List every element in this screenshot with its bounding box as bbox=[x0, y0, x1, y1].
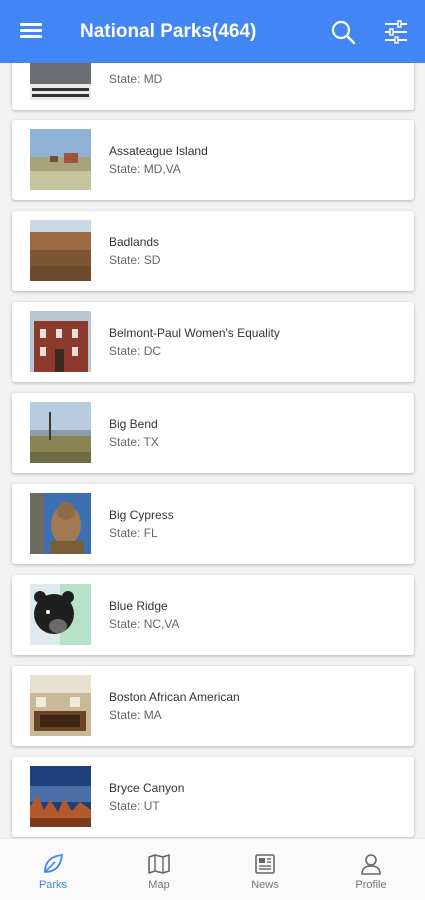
park-name: Boston African American bbox=[109, 690, 240, 704]
park-thumbnail bbox=[30, 402, 91, 463]
park-thumbnail bbox=[30, 766, 91, 827]
park-thumbnail bbox=[30, 584, 91, 645]
park-card[interactable]: Badlands State: SD bbox=[12, 211, 414, 291]
park-thumbnail bbox=[30, 493, 91, 554]
park-thumbnail bbox=[30, 220, 91, 281]
park-state: State: MA bbox=[109, 708, 162, 722]
park-card[interactable]: State: MD bbox=[12, 63, 414, 110]
person-icon bbox=[359, 852, 383, 876]
page-title: National Parks(464) bbox=[80, 21, 257, 42]
park-thumbnail bbox=[30, 675, 91, 736]
park-name: Badlands bbox=[109, 235, 160, 249]
leaf-icon bbox=[41, 852, 65, 876]
park-card[interactable]: Boston African American State: MA bbox=[12, 666, 414, 746]
park-thumbnail bbox=[30, 129, 91, 190]
tune-icon[interactable] bbox=[383, 20, 409, 44]
park-card[interactable]: Belmont-Paul Women's Equality State: DC bbox=[12, 302, 414, 382]
park-thumbnail bbox=[30, 63, 91, 100]
park-card[interactable]: Bryce Canyon State: UT bbox=[12, 757, 414, 837]
park-state: State: NC,VA bbox=[109, 617, 180, 631]
park-state: State: TX bbox=[109, 435, 159, 449]
newspaper-icon bbox=[253, 852, 277, 876]
nav-map[interactable]: Map bbox=[106, 839, 212, 900]
nav-news-label: News bbox=[251, 879, 279, 891]
park-state: State: DC bbox=[109, 344, 162, 358]
park-state: State: MD bbox=[109, 72, 163, 86]
nav-parks-label: Parks bbox=[38, 879, 68, 891]
park-thumbnail bbox=[30, 311, 91, 372]
search-icon[interactable] bbox=[330, 19, 356, 45]
park-state: State: MD,VA bbox=[109, 162, 181, 176]
menu-icon[interactable] bbox=[20, 20, 44, 42]
park-list[interactable]: State: MD Assateague Island State: MD,VA… bbox=[0, 63, 425, 838]
park-card[interactable]: Big Cypress State: FL bbox=[12, 484, 414, 564]
park-card[interactable]: Assateague Island State: MD,VA bbox=[12, 120, 414, 200]
nav-map-label: Map bbox=[148, 879, 170, 891]
nav-profile[interactable]: Profile bbox=[318, 839, 424, 900]
park-name: Blue Ridge bbox=[109, 599, 168, 613]
nav-profile-label: Profile bbox=[355, 879, 387, 891]
park-name: Big Cypress bbox=[109, 508, 174, 522]
park-name: Big Bend bbox=[109, 417, 158, 431]
app-bar: National Parks(464) bbox=[0, 0, 425, 63]
park-name: Assateague Island bbox=[109, 144, 208, 158]
park-name: Bryce Canyon bbox=[109, 781, 185, 795]
park-card[interactable]: Big Bend State: TX bbox=[12, 393, 414, 473]
park-name: Belmont-Paul Women's Equality bbox=[109, 326, 280, 340]
park-state: State: SD bbox=[109, 253, 161, 267]
park-card[interactable]: Blue Ridge State: NC,VA bbox=[12, 575, 414, 655]
park-state: State: FL bbox=[109, 526, 158, 540]
park-state: State: UT bbox=[109, 799, 160, 813]
bottom-navigation: Parks Map News Profile bbox=[0, 838, 425, 900]
map-icon bbox=[147, 852, 171, 876]
nav-parks[interactable]: Parks bbox=[0, 839, 106, 900]
nav-news[interactable]: News bbox=[212, 839, 318, 900]
